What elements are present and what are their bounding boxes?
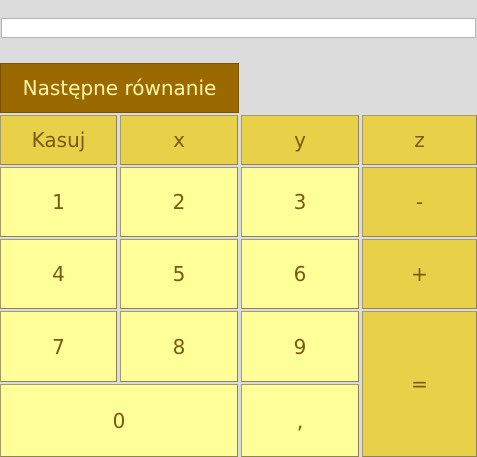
equals-button[interactable]: = xyxy=(362,311,477,457)
digit-1-button[interactable]: 1 xyxy=(0,167,117,237)
variable-x-button[interactable]: x xyxy=(120,115,238,165)
next-equation-button[interactable]: Następne równanie xyxy=(0,63,239,113)
clear-button[interactable]: Kasuj xyxy=(0,115,117,165)
digit-8-button[interactable]: 8 xyxy=(120,311,238,382)
digit-0-button[interactable]: 0 xyxy=(0,384,238,457)
decimal-comma-button[interactable]: , xyxy=(241,384,359,457)
digit-4-button[interactable]: 4 xyxy=(0,239,117,309)
digit-5-button[interactable]: 5 xyxy=(120,239,238,309)
minus-button[interactable]: - xyxy=(362,167,477,237)
digit-7-button[interactable]: 7 xyxy=(0,311,117,382)
digit-2-button[interactable]: 2 xyxy=(120,167,238,237)
plus-button[interactable]: + xyxy=(362,239,477,309)
digit-6-button[interactable]: 6 xyxy=(241,239,359,309)
digit-3-button[interactable]: 3 xyxy=(241,167,359,237)
variable-y-button[interactable]: y xyxy=(241,115,359,165)
digit-9-button[interactable]: 9 xyxy=(241,311,359,382)
equation-display-input[interactable] xyxy=(1,18,476,38)
variable-z-button[interactable]: z xyxy=(362,115,477,165)
